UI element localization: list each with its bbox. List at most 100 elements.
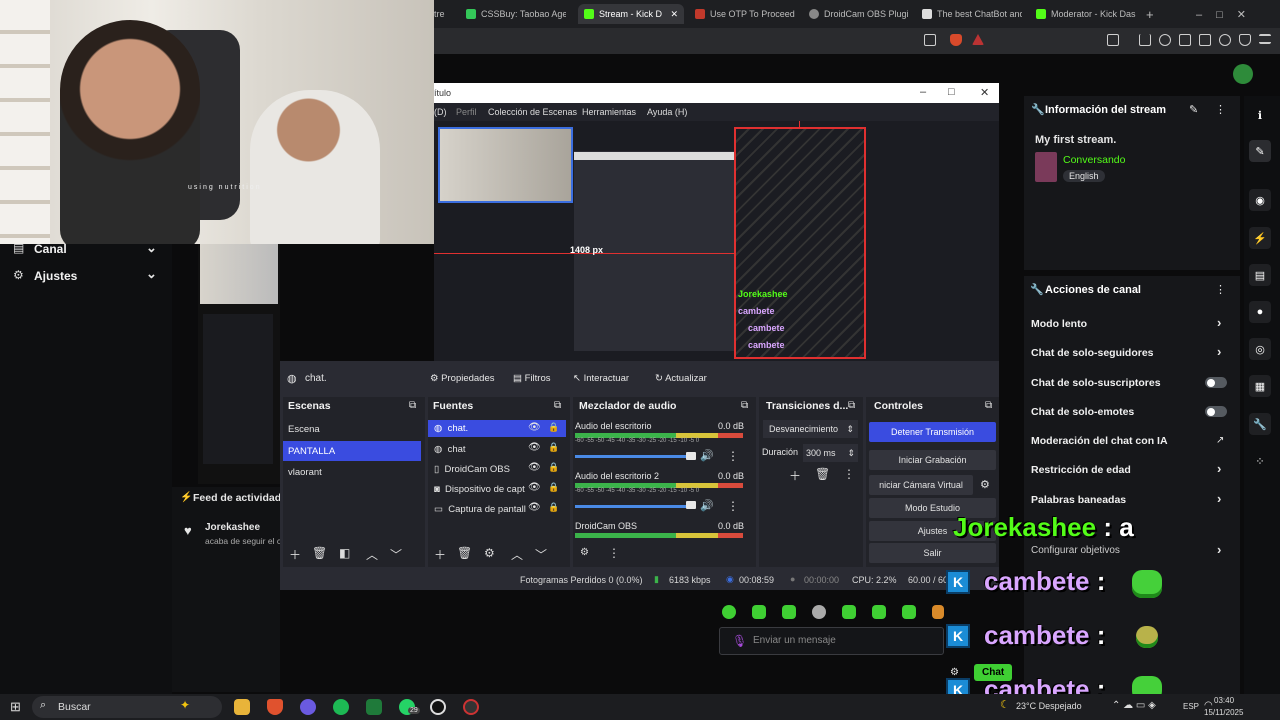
- refresh-button[interactable]: ↻ Actualizar: [655, 373, 707, 384]
- feed-user[interactable]: Jorekashee: [205, 522, 260, 533]
- undock-icon[interactable]: ⧉: [554, 400, 561, 411]
- move-up-icon[interactable]: ︿: [511, 546, 523, 563]
- info-icon[interactable]: ℹ: [1249, 104, 1271, 126]
- tab-partial[interactable]: tre: [434, 4, 454, 24]
- delete-scene-icon[interactable]: 🗑: [312, 546, 327, 560]
- droidcam-icon[interactable]: [463, 699, 479, 715]
- tab-chatbot[interactable]: The best ChatBot and: [922, 4, 1022, 24]
- microphone-icon[interactable]: 🎙: [732, 634, 747, 648]
- source-item-selected[interactable]: ◍ chat.: [428, 420, 566, 437]
- more-options-icon[interactable]: ⋮: [843, 467, 855, 481]
- extensions-icon[interactable]: [1219, 34, 1231, 46]
- tab-moderator[interactable]: Moderator - Kick Dash: [1036, 4, 1136, 24]
- eye-icon[interactable]: 👁: [528, 502, 541, 513]
- chat-input[interactable]: 🎙 Enviar un mensaje: [719, 627, 944, 655]
- wrench-icon[interactable]: 🔧: [1249, 413, 1271, 435]
- action-subscribers-only[interactable]: Chat de solo-suscriptores: [1031, 377, 1161, 389]
- add-transition-icon[interactable]: ＋: [789, 467, 801, 484]
- scene-item[interactable]: Escena: [283, 420, 421, 438]
- virtual-camera-settings-icon[interactable]: ⚙: [980, 478, 990, 491]
- sidebar-item-canal[interactable]: Canal: [34, 242, 67, 256]
- brave-browser-icon[interactable]: [267, 699, 283, 715]
- menu-icon[interactable]: [1259, 34, 1271, 44]
- edit-icon[interactable]: ✎: [1189, 103, 1198, 116]
- eye-icon[interactable]: 👁: [528, 422, 541, 433]
- new-tab-button[interactable]: +: [1146, 4, 1158, 24]
- start-recording-button[interactable]: Iniciar Grabación: [869, 450, 996, 470]
- chevron-right-icon[interactable]: ›: [1217, 491, 1221, 506]
- more-options-icon[interactable]: ⋮: [727, 499, 739, 513]
- eye-icon[interactable]: 👁: [528, 482, 541, 493]
- start-virtual-camera-button[interactable]: niciar Cámara Virtual: [869, 475, 973, 495]
- windows-start-icon[interactable]: ⊞: [10, 699, 21, 715]
- lock-icon[interactable]: 🔒: [548, 462, 559, 473]
- subscribers-only-toggle[interactable]: [1205, 377, 1227, 388]
- source-settings-icon[interactable]: ⚙: [484, 546, 495, 560]
- layout-icon[interactable]: ▦: [1249, 375, 1271, 397]
- chat-settings-icon[interactable]: ⚙: [950, 667, 959, 678]
- menu-item-scene-collection[interactable]: Colección de Escenas: [488, 107, 577, 117]
- brave-shield-icon[interactable]: [950, 34, 962, 46]
- spotify-icon[interactable]: [333, 699, 349, 715]
- chevron-right-icon[interactable]: ›: [1217, 542, 1221, 557]
- tab-droidcam[interactable]: DroidCam OBS Plugin: [809, 4, 909, 24]
- action-ai-moderation[interactable]: Moderación del chat con IA: [1031, 435, 1168, 447]
- avatar[interactable]: [1233, 64, 1253, 84]
- minimize-icon[interactable]: –: [920, 86, 926, 98]
- undock-icon[interactable]: ⧉: [848, 400, 855, 411]
- apps-icon[interactable]: ⁘: [1249, 450, 1271, 472]
- notes-icon[interactable]: ▤: [1249, 264, 1271, 286]
- taskbar-search[interactable]: ⌕ Buscar ✦: [32, 696, 222, 718]
- vpn-icon[interactable]: [1239, 34, 1251, 46]
- chat-icon[interactable]: ●: [1249, 301, 1271, 323]
- add-scene-icon[interactable]: ＋: [289, 546, 301, 563]
- close-icon[interactable]: ✕: [980, 86, 989, 99]
- volume-slider[interactable]: [575, 455, 695, 458]
- action-age-restriction[interactable]: Restricción de edad: [1031, 464, 1131, 476]
- source-item[interactable]: ▯ DroidCam OBS: [428, 460, 566, 478]
- close-tab-icon[interactable]: ✕: [670, 9, 678, 20]
- action-slow-mode[interactable]: Modo lento: [1031, 318, 1087, 330]
- delete-transition-icon[interactable]: 🗑: [815, 467, 830, 481]
- move-up-icon[interactable]: ︿: [366, 546, 378, 563]
- weather-text[interactable]: 23°C Despejado: [1016, 701, 1082, 711]
- scene-item-selected[interactable]: PANTALLA: [283, 441, 421, 461]
- clock-time[interactable]: 03:40: [1214, 696, 1234, 705]
- scene-filters-icon[interactable]: ◧: [339, 546, 350, 560]
- tab-cssbuy[interactable]: CSSBuy: Taobao Agent: [466, 4, 566, 24]
- speaker-icon[interactable]: 🔊: [700, 449, 714, 462]
- properties-button[interactable]: ⚙ Propiedades: [430, 373, 495, 384]
- tab-kick-stream[interactable]: Stream - Kick D ✕: [578, 4, 684, 24]
- action-emotes-only[interactable]: Chat de solo-emotes: [1031, 406, 1134, 418]
- camera-icon[interactable]: ◉: [1249, 189, 1271, 211]
- more-options-icon[interactable]: ⋮: [1215, 283, 1226, 296]
- preview-webcam-source[interactable]: [438, 127, 573, 203]
- screenshot-icon[interactable]: [1107, 34, 1119, 46]
- obs-icon[interactable]: [430, 699, 446, 715]
- more-options-icon[interactable]: ⋮: [608, 546, 620, 560]
- menu-item-help[interactable]: Ayuda (H): [647, 107, 687, 117]
- brave-rewards-icon[interactable]: [972, 34, 984, 45]
- download-icon[interactable]: [1139, 34, 1151, 46]
- volume-knob[interactable]: [686, 452, 696, 460]
- exit-button[interactable]: Salir: [869, 543, 996, 563]
- source-item[interactable]: ◍ chat: [428, 440, 566, 458]
- file-explorer-icon[interactable]: [234, 699, 250, 715]
- chevron-right-icon[interactable]: ›: [1217, 344, 1221, 359]
- move-down-icon[interactable]: ﹀: [390, 546, 402, 563]
- eye-icon[interactable]: 👁: [528, 462, 541, 473]
- add-source-icon[interactable]: ＋: [434, 546, 446, 563]
- chevron-down-icon[interactable]: ⌄: [146, 266, 157, 282]
- system-tray-icons[interactable]: ⌃ ☁ ▭ ◈: [1112, 700, 1156, 711]
- lock-icon[interactable]: 🔒: [548, 502, 559, 513]
- excel-icon[interactable]: [366, 699, 382, 715]
- source-item[interactable]: ▭ Captura de pantall: [428, 500, 526, 518]
- delete-source-icon[interactable]: 🗑: [457, 546, 472, 560]
- undock-icon[interactable]: ⧉: [409, 400, 416, 411]
- media-icon[interactable]: [1159, 34, 1171, 46]
- filters-button[interactable]: ▤ Filtros: [513, 373, 551, 384]
- sidebar-icon[interactable]: [1179, 34, 1191, 46]
- tab-otp[interactable]: Use OTP To Proceed -: [695, 4, 795, 24]
- bolt-icon[interactable]: ⚡: [1249, 227, 1271, 249]
- emotes-only-toggle[interactable]: [1205, 406, 1227, 417]
